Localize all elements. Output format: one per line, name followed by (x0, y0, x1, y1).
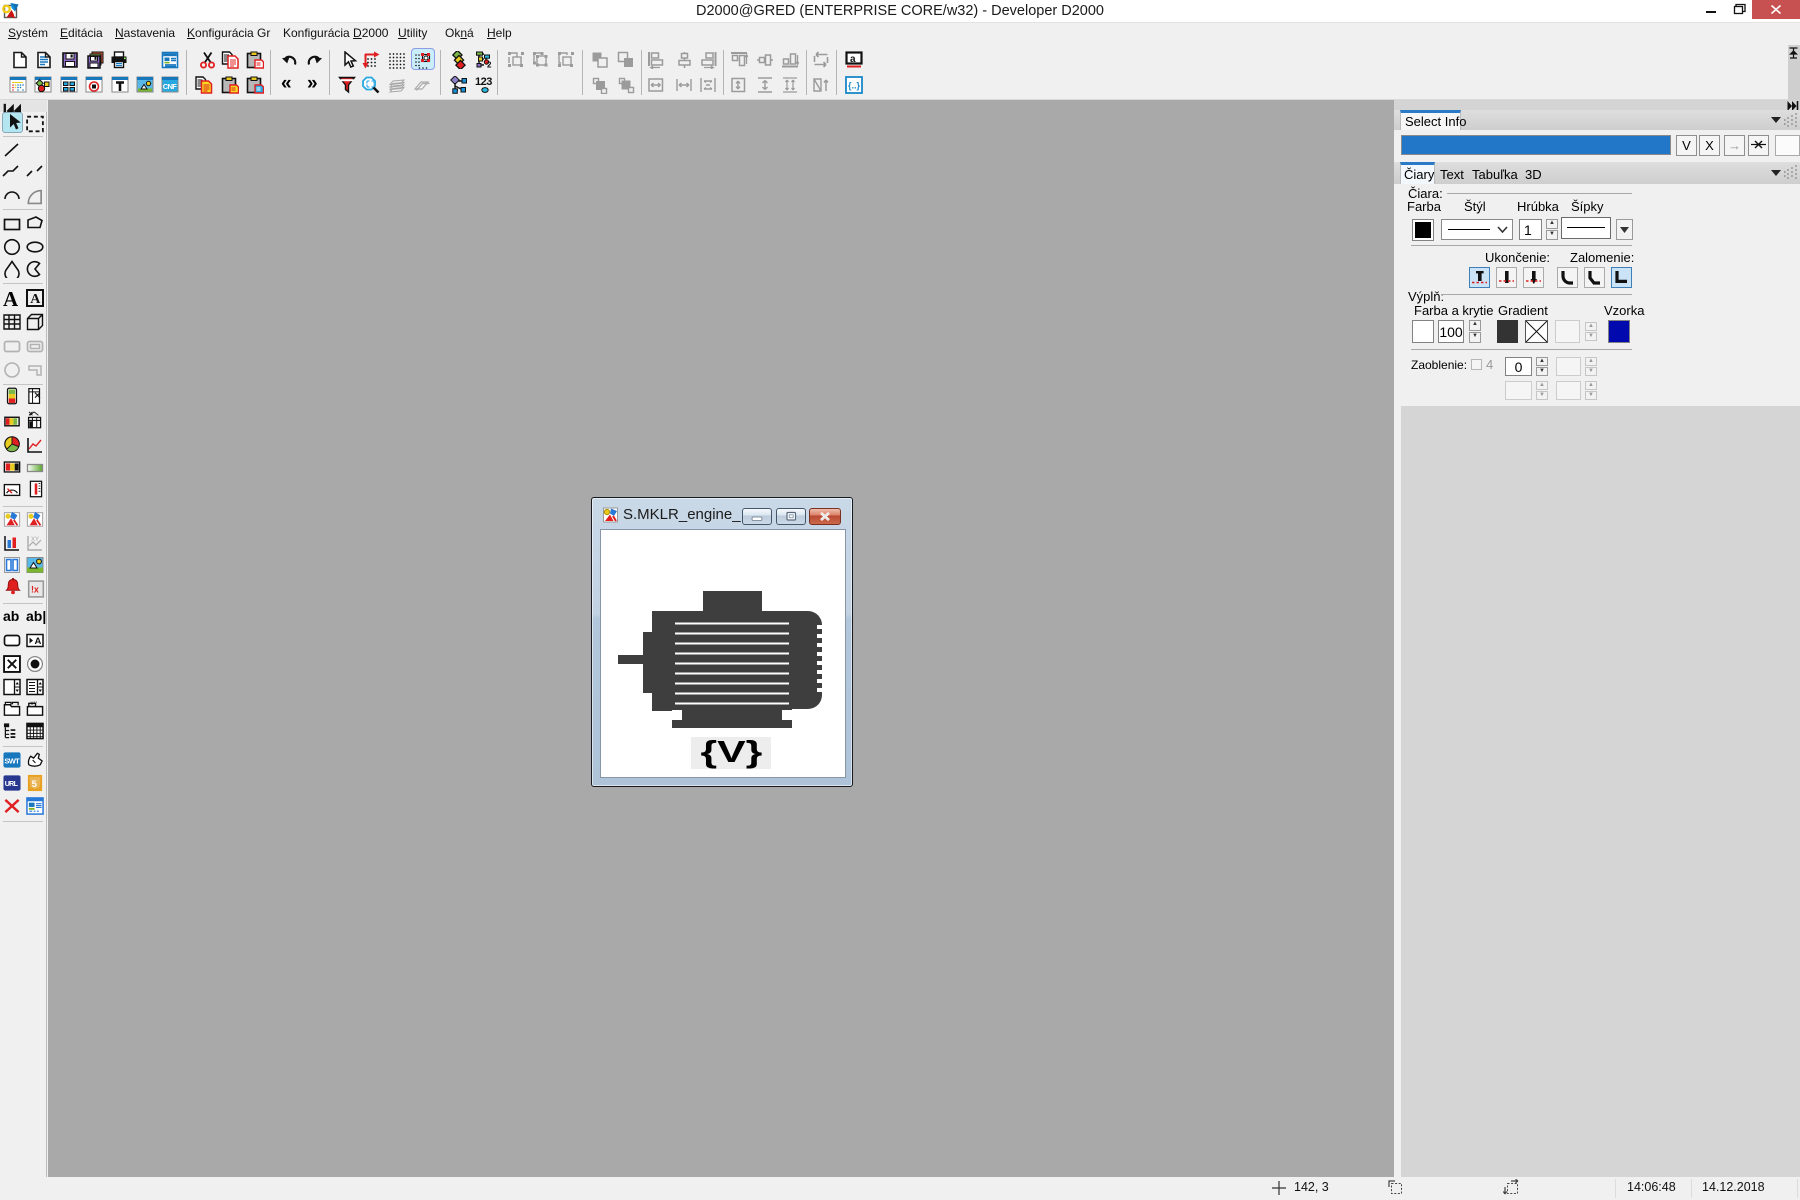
svg-text:A: A (35, 636, 42, 647)
svg-text:A: A (30, 292, 41, 307)
svg-text:123: 123 (475, 76, 492, 88)
svg-text:CNF: CNF (163, 82, 177, 91)
svg-text:XY: XY (30, 701, 37, 707)
svg-text:URL: URL (5, 780, 19, 788)
svg-text:SWT: SWT (4, 756, 20, 765)
svg-text:2: 2 (487, 61, 492, 70)
svg-text:{..}: {..} (848, 81, 861, 91)
svg-text:5: 5 (32, 779, 37, 790)
svg-text:!x: !x (31, 584, 39, 594)
svg-text:a: a (850, 54, 856, 65)
